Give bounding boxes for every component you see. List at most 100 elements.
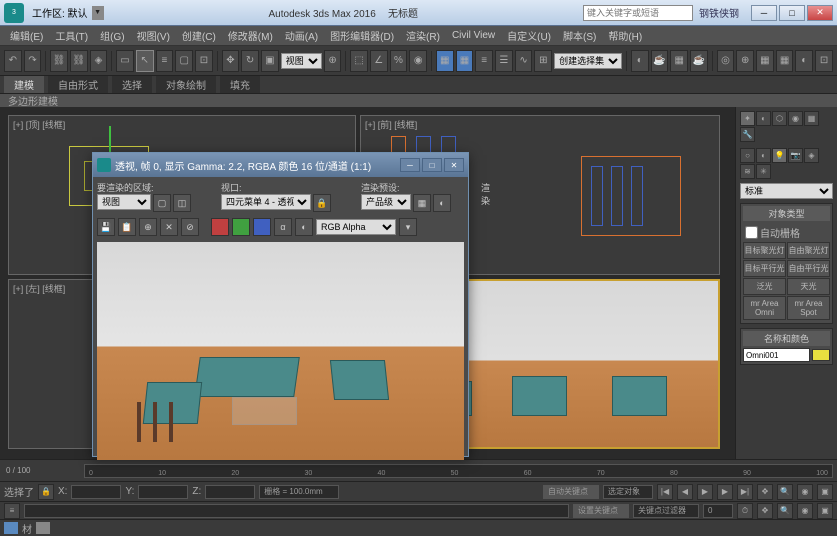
render-setup-button[interactable]: ☕ [651, 50, 669, 72]
bind-button[interactable]: ◈ [90, 50, 108, 72]
link-button[interactable]: ⛓ [50, 50, 68, 72]
render-area-dropdown[interactable]: 视图 [97, 194, 151, 210]
mono-button[interactable]: ◐ [295, 218, 313, 236]
time-config-button[interactable]: ⏱ [737, 503, 753, 519]
nav3-button[interactable]: 🔍 [777, 503, 793, 519]
render-min-button[interactable]: ─ [400, 158, 420, 172]
select-region-button[interactable]: ▢ [175, 50, 193, 72]
setkey-button[interactable]: 设置关键点 [573, 504, 629, 518]
play-next-button[interactable]: ▶ [717, 484, 733, 500]
unlink-button[interactable]: ⛓ [70, 50, 88, 72]
object-type-header[interactable]: 对象类型 [743, 206, 830, 221]
menu-动画(A)[interactable]: 动画(A) [279, 28, 324, 43]
tool6-button[interactable]: ⊡ [815, 50, 833, 72]
skylight-button[interactable]: 天光 [787, 278, 830, 295]
object-color-swatch[interactable] [812, 349, 830, 361]
motion-tab[interactable]: ◉ [788, 111, 803, 126]
nav4-button[interactable]: ◉ [797, 503, 813, 519]
named-sel-button[interactable]: ▦ [436, 50, 454, 72]
taskbar-icon2[interactable] [36, 522, 50, 534]
spacewarps-subtab[interactable]: ≋ [740, 164, 755, 179]
maximize-button[interactable]: □ [779, 5, 805, 21]
script-button[interactable]: ≡ [4, 503, 20, 519]
systems-subtab[interactable]: ✳ [756, 164, 771, 179]
select-name-button[interactable]: ≡ [156, 50, 174, 72]
omni-button[interactable]: 泛光 [743, 278, 786, 295]
render-max-button[interactable]: □ [422, 158, 442, 172]
play-button[interactable]: ▶ [697, 484, 713, 500]
nav-max-button[interactable]: ▣ [817, 484, 833, 500]
free-spot-button[interactable]: 自由聚光灯 [787, 242, 830, 259]
material-editor-button[interactable]: ◐ [631, 50, 649, 72]
frame-field[interactable]: 0 [703, 504, 733, 518]
print-button[interactable]: ✕ [160, 218, 178, 236]
channel-dropdown[interactable]: RGB Alpha [316, 219, 396, 235]
copy-img-button[interactable]: 📋 [118, 218, 136, 236]
menu-创建(C)[interactable]: 创建(C) [176, 28, 222, 43]
select-button[interactable]: ▭ [116, 50, 134, 72]
ribbon-tab-2[interactable]: 选择 [112, 76, 152, 93]
app-logo[interactable]: 3 [4, 3, 24, 23]
menu-Civil View[interactable]: Civil View [446, 30, 501, 41]
target-spot-button[interactable]: 目标聚光灯 [743, 242, 786, 259]
schematic-button[interactable]: ⊞ [534, 50, 552, 72]
select-object-button[interactable]: ↖ [136, 50, 154, 72]
alpha-channel-button[interactable]: α [274, 218, 292, 236]
utilities-tab[interactable]: 🔧 [740, 127, 755, 142]
render-viewport-dropdown[interactable]: 四元菜单 4 - 透视 [221, 194, 311, 210]
align-button[interactable]: ≡ [475, 50, 493, 72]
ribbon-tab-1[interactable]: 自由形式 [48, 76, 108, 93]
helpers-subtab[interactable]: ◈ [804, 148, 819, 163]
display-tab[interactable]: ▦ [804, 111, 819, 126]
tool4-button[interactable]: ▦ [776, 50, 794, 72]
lights-subtab[interactable]: 💡 [772, 148, 787, 163]
cameras-subtab[interactable]: 📷 [788, 148, 803, 163]
tool3-button[interactable]: ▦ [756, 50, 774, 72]
snap-button[interactable]: ⬚ [350, 50, 368, 72]
minimize-button[interactable]: ─ [751, 5, 777, 21]
clear-button[interactable]: ⊘ [181, 218, 199, 236]
clone-button[interactable]: ⊕ [139, 218, 157, 236]
menu-帮助(H)[interactable]: 帮助(H) [602, 28, 648, 43]
render-button[interactable]: ☕ [690, 50, 708, 72]
window-crossing-button[interactable]: ⊡ [195, 50, 213, 72]
category-dropdown[interactable]: 标准 [740, 183, 833, 199]
ribbon-tab-3[interactable]: 对象绘制 [156, 76, 216, 93]
tool2-button[interactable]: ⊕ [736, 50, 754, 72]
keyfilter-button[interactable]: 关键点过滤器 [633, 504, 699, 518]
workspace-dropdown-icon[interactable]: ▼ [92, 6, 104, 20]
geometry-subtab[interactable]: ○ [740, 148, 755, 163]
scale-button[interactable]: ▣ [261, 50, 279, 72]
render-window-titlebar[interactable]: 透视, 帧 0, 显示 Gamma: 2.2, RGBA 颜色 16 位/通道 … [93, 153, 468, 177]
pivot-button[interactable]: ⊕ [324, 50, 342, 72]
menu-视图(V)[interactable]: 视图(V) [131, 28, 176, 43]
nav5-button[interactable]: ▣ [817, 503, 833, 519]
menu-工具(T)[interactable]: 工具(T) [49, 28, 94, 43]
nav2-button[interactable]: ✥ [757, 503, 773, 519]
lock-button[interactable]: 🔒 [38, 484, 54, 500]
curve-editor-button[interactable]: ∿ [515, 50, 533, 72]
close-button[interactable]: ✕ [807, 5, 833, 21]
area-btn1[interactable]: ▢ [153, 194, 171, 212]
preset-btn2[interactable]: ◐ [433, 194, 451, 212]
vp-lock-button[interactable]: 🔒 [313, 194, 331, 212]
angle-snap-button[interactable]: ∠ [370, 50, 388, 72]
green-channel-button[interactable] [232, 218, 250, 236]
free-direct-button[interactable]: 自由平行光 [787, 260, 830, 277]
menu-渲染(R)[interactable]: 渲染(R) [400, 28, 446, 43]
render-frame-button[interactable]: ▦ [670, 50, 688, 72]
create-tab[interactable]: ✦ [740, 111, 755, 126]
render-preset-dropdown[interactable]: 产品级 [361, 194, 411, 210]
nav-pan-button[interactable]: ✥ [757, 484, 773, 500]
selected-obj[interactable]: 选定对象 [603, 485, 653, 499]
autokey-button[interactable]: 自动关键点 [543, 485, 599, 499]
coord-system-dropdown[interactable]: 视图 [281, 53, 322, 69]
ch-btn[interactable]: ▾ [399, 218, 417, 236]
redo-button[interactable]: ↷ [24, 50, 42, 72]
z-coord-field[interactable] [205, 485, 255, 499]
target-direct-button[interactable]: 目标平行光 [743, 260, 786, 277]
menu-编辑(E)[interactable]: 编辑(E) [4, 28, 49, 43]
time-slider[interactable]: 0102030405060708090100 [84, 464, 833, 478]
ribbon-body[interactable]: 多边形建模 [0, 94, 837, 107]
move-button[interactable]: ✥ [222, 50, 240, 72]
